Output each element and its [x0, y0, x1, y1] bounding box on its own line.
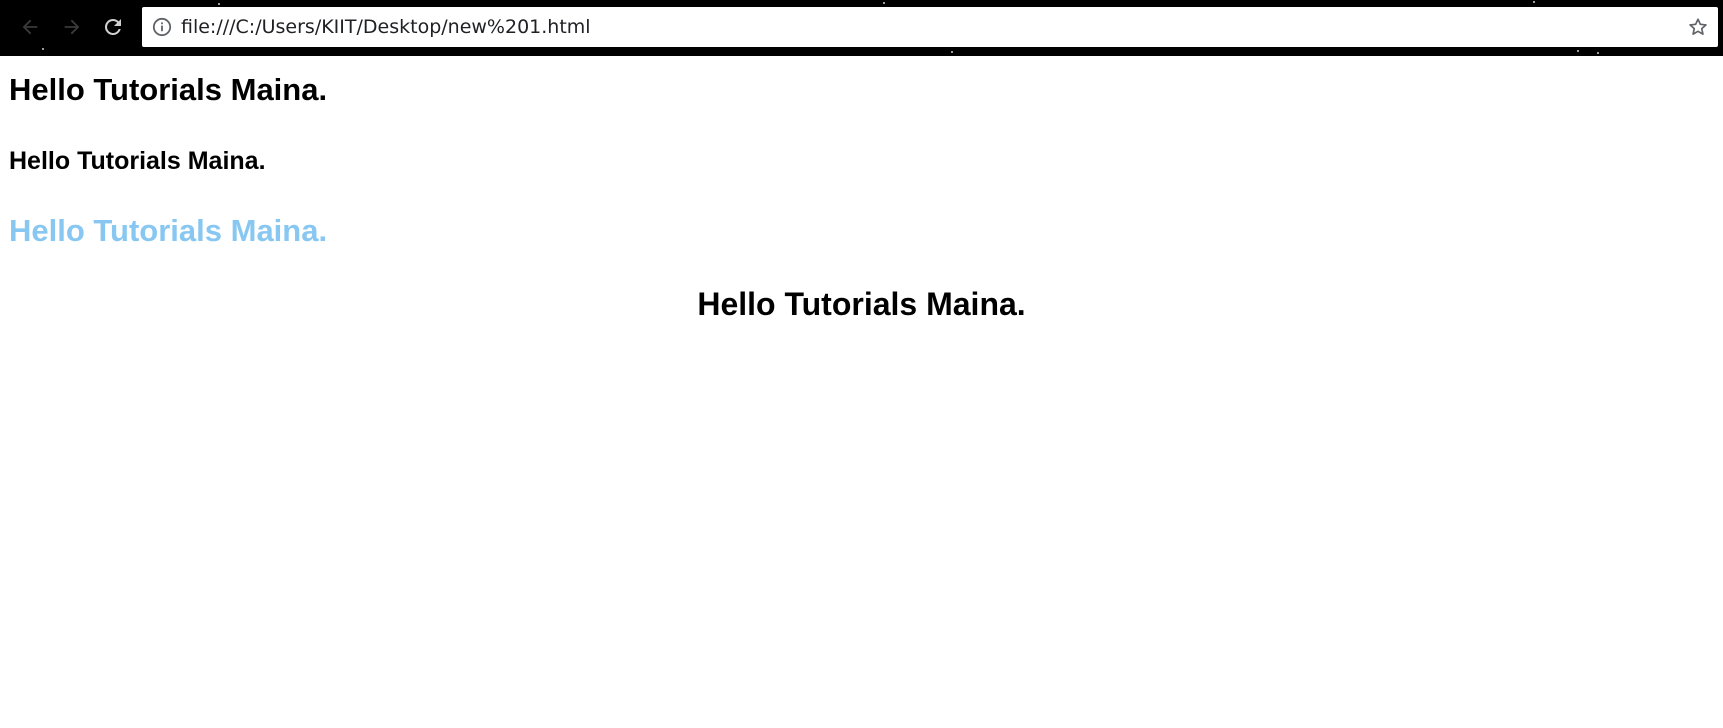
arrow-right-icon [61, 16, 83, 38]
background-speck [1577, 50, 1579, 52]
info-icon[interactable] [151, 16, 173, 38]
back-button[interactable] [14, 11, 46, 43]
page-content: Hello Tutorials Maina. Hello Tutorials M… [0, 56, 1723, 728]
arrow-left-icon [19, 16, 41, 38]
background-speck [42, 48, 44, 50]
background-speck [1597, 52, 1599, 54]
heading-3-light-blue: Hello Tutorials Maina. [9, 213, 328, 248]
heading-2: Hello Tutorials Maina. [9, 147, 266, 175]
forward-button[interactable] [56, 11, 88, 43]
url-text[interactable]: file:///C:/Users/KIIT/Desktop/new%201.ht… [181, 16, 1686, 38]
browser-toolbar: file:///C:/Users/KIIT/Desktop/new%201.ht… [0, 0, 1723, 56]
reload-icon [101, 15, 125, 39]
reload-button[interactable] [97, 11, 129, 43]
background-speck [1533, 1, 1535, 3]
background-speck [218, 3, 220, 5]
star-icon[interactable] [1686, 15, 1710, 39]
heading-1: Hello Tutorials Maina. [9, 72, 328, 107]
heading-4-centered: Hello Tutorials Maina. [697, 286, 1026, 322]
address-bar[interactable]: file:///C:/Users/KIIT/Desktop/new%201.ht… [142, 7, 1718, 47]
background-speck [951, 51, 953, 53]
background-speck [883, 2, 885, 4]
